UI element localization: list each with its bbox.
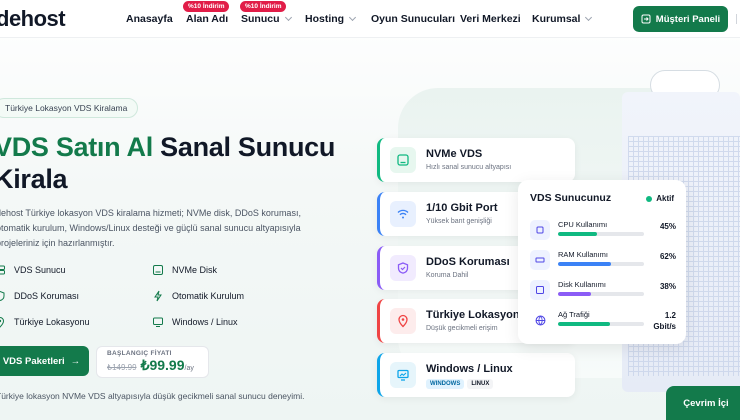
price-box: BAŞLANGIÇ FİYATI ₺149.99 ₺99.99/ay [96, 346, 209, 378]
price-period: /ay [184, 365, 194, 372]
linux-tag: LINUX [467, 379, 494, 389]
nav-item-oyun-sunuculari[interactable]: Oyun Sunucuları [371, 13, 455, 25]
location-icon [390, 308, 416, 334]
login-icon [641, 14, 651, 24]
progress-bar [558, 232, 644, 236]
vds-status-panel: VDS Sunucunuz Aktif CPU Kullanımı 45% RA… [518, 180, 686, 344]
feature-card-os: Windows / Linux WINDOWS LINUX [377, 353, 575, 397]
progress-bar [558, 262, 644, 266]
progress-bar [558, 292, 644, 296]
monitor-icon [390, 362, 416, 388]
nav-item-sunucu[interactable]: Sunucu [241, 13, 292, 25]
nav-item-veri-merkezi[interactable]: Veri Merkezi [460, 13, 521, 25]
page-title: VDS Satın Al Sanal Sunucu [0, 132, 336, 162]
feature-card-nvme: NVMe VDS Hızlı sanal sunucu altyapısı [377, 138, 575, 182]
price-label: BAŞLANGIÇ FİYATI [107, 350, 172, 357]
feature-item: Türkiye Lokasyonu [0, 316, 90, 328]
discount-badge: %10 İndirim [183, 1, 230, 12]
feature-item: Windows / Linux [152, 316, 238, 328]
hero-pill: Türkiye Lokasyon VDS Kiralama [0, 98, 139, 118]
bolt-icon [154, 290, 162, 302]
nav-item-anasayfa[interactable]: Anasayfa [126, 13, 173, 25]
status-badge: Aktif [646, 194, 674, 203]
old-price: ₺149.99 [107, 363, 137, 372]
customer-panel-button[interactable]: Müşteri Paneli [633, 6, 728, 32]
monitor-icon [153, 317, 163, 327]
feature-item: Otomatik Kurulum [152, 290, 244, 302]
server-icon [0, 265, 5, 275]
divider [736, 14, 737, 24]
chevron-down-icon [349, 13, 357, 22]
feature-item: NVMe Disk [152, 264, 217, 276]
disk-icon [390, 147, 416, 173]
windows-tag: WINDOWS [426, 379, 465, 389]
status-dot [646, 195, 653, 202]
feature-item: DDoS Koruması [0, 290, 79, 302]
hero-footnote: Türkiye lokasyon NVMe VDS altyapısıyla d… [0, 391, 305, 401]
globe-icon [530, 310, 550, 330]
page-title-line2: Kirala [0, 164, 68, 194]
shield-icon [390, 255, 416, 281]
wifi-icon [390, 201, 416, 227]
cpu-icon [530, 220, 550, 240]
top-navbar: dehost Anasayfa %10 İndirim Alan Adı %10… [0, 0, 740, 38]
new-price: ₺99.99 [140, 357, 185, 373]
nav-item-hosting[interactable]: Hosting [305, 13, 357, 25]
chevron-down-icon [585, 13, 593, 22]
arrow-right-icon: → [70, 355, 81, 367]
progress-bar [558, 322, 644, 326]
hero-description: dehost Türkiye lokasyon VDS kiralama hiz… [0, 208, 301, 248]
shield-icon [0, 290, 5, 302]
ram-icon [530, 250, 550, 270]
logo[interactable]: dehost [0, 6, 66, 32]
disk-icon [530, 280, 550, 300]
feature-item: VDS Sunucu [0, 264, 66, 276]
nav-item-kurumsal[interactable]: Kurumsal [532, 13, 593, 25]
vds-packages-button[interactable]: VDS Paketleri → [0, 346, 89, 376]
online-chat-button[interactable]: Çevrim İçi [666, 386, 740, 420]
nav-item-alan-adi[interactable]: Alan Adı [186, 13, 228, 25]
chevron-down-icon [284, 13, 292, 22]
discount-badge: %10 İndirim [240, 1, 287, 12]
location-icon [0, 317, 5, 328]
disk-icon [153, 265, 163, 275]
